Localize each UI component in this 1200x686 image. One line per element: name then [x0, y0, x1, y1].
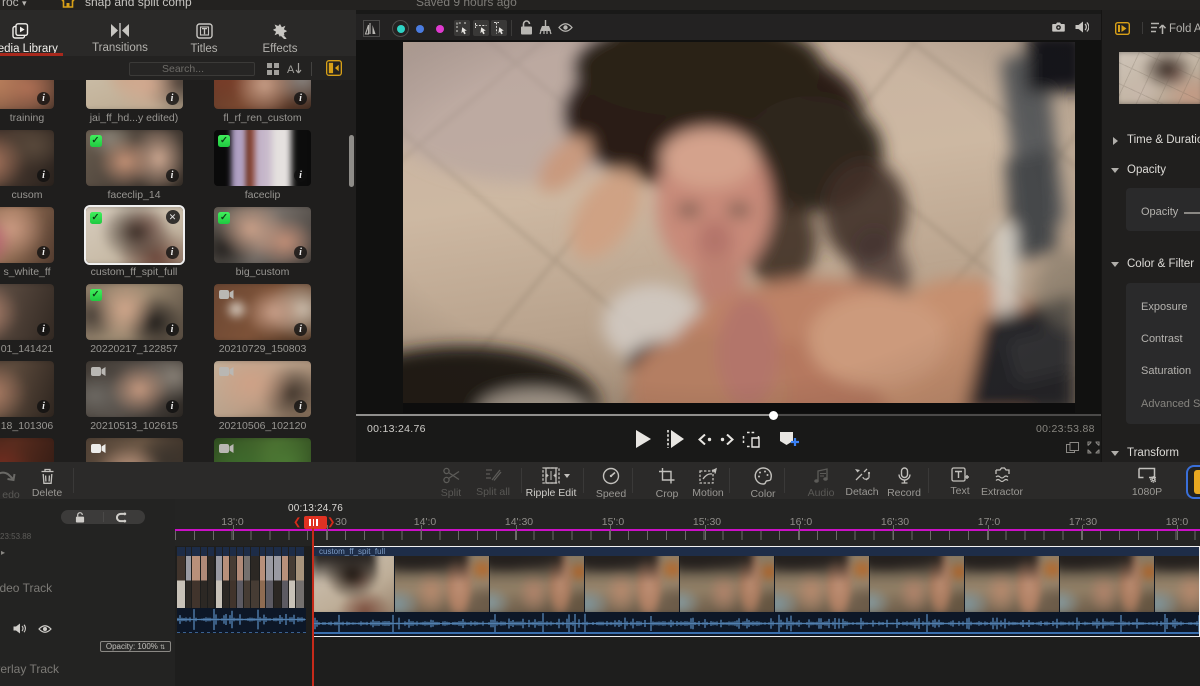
svg-text:A: A [287, 64, 295, 76]
